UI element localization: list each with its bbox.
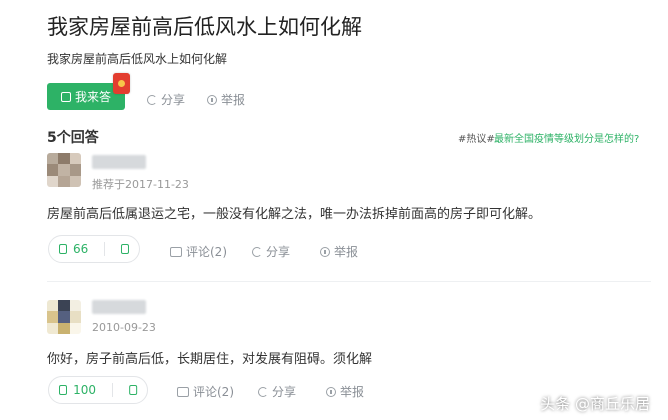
comment-button[interactable]: 评论(2) xyxy=(170,243,227,260)
red-envelope-icon[interactable] xyxy=(113,73,130,94)
edit-icon xyxy=(60,91,71,102)
report-icon xyxy=(320,246,330,257)
thumbs-down-icon[interactable] xyxy=(128,385,137,395)
comment-icon xyxy=(177,386,189,397)
thumbs-down-icon[interactable] xyxy=(121,244,129,254)
question-subtitle: 我家房屋前高后低风水上如何化解 xyxy=(47,52,228,66)
share-button[interactable]: 分享 xyxy=(147,91,185,108)
share-button[interactable]: 分享 xyxy=(258,383,296,400)
report-label: 举报 xyxy=(340,385,365,399)
like-count: 66 xyxy=(72,242,89,256)
share-label: 分享 xyxy=(266,245,291,259)
question-title: 我家房屋前高后低风水上如何化解 xyxy=(47,15,362,39)
avatar[interactable] xyxy=(47,153,81,187)
answer-button-label: 我来答 xyxy=(74,90,111,104)
report-label: 举报 xyxy=(221,93,246,107)
share-icon xyxy=(258,386,268,397)
vote-box: 66 xyxy=(48,235,140,263)
share-label: 分享 xyxy=(161,93,186,107)
comment-icon xyxy=(170,246,182,257)
answer-content: 房屋前高后低属退运之宅，一般没有化解之法，唯一办法拆掉前面高的房子即可化解。 xyxy=(47,207,542,222)
thumbs-up-icon[interactable] xyxy=(59,244,67,254)
report-button[interactable]: 举报 xyxy=(326,383,364,400)
hot-topic-tag: #热议# xyxy=(458,134,495,145)
report-button[interactable]: 举报 xyxy=(207,91,245,108)
share-icon xyxy=(147,94,157,105)
report-icon xyxy=(207,94,217,105)
thumbs-up-icon[interactable] xyxy=(59,385,68,395)
username-blurred[interactable] xyxy=(92,300,146,314)
share-icon xyxy=(252,246,262,257)
divider xyxy=(104,242,106,256)
like-count: 100 xyxy=(73,383,97,397)
answer-date: 推荐于2017-11-23 xyxy=(92,178,189,191)
divider xyxy=(47,281,651,282)
comment-button[interactable]: 评论(2) xyxy=(177,383,234,400)
report-button[interactable]: 举报 xyxy=(320,243,358,260)
divider xyxy=(112,383,113,397)
vote-box: 100 xyxy=(48,376,148,404)
avatar[interactable] xyxy=(47,300,81,334)
report-icon xyxy=(326,386,336,397)
comment-label: 评论(2) xyxy=(186,245,227,259)
comment-label: 评论(2) xyxy=(193,385,234,399)
share-button[interactable]: 分享 xyxy=(252,243,290,260)
hot-topic-link[interactable]: 最新全国疫情等级划分是怎样的? xyxy=(494,130,639,145)
username-blurred[interactable] xyxy=(92,155,146,169)
watermark: 头条 @商丘乐居 xyxy=(540,395,650,413)
answer-date: 2010-09-23 xyxy=(92,321,156,334)
report-label: 举报 xyxy=(334,245,359,259)
answer-count: 5个回答 xyxy=(47,130,99,146)
share-label: 分享 xyxy=(272,385,297,399)
answer-content: 你好，房子前高后低，长期居住，对发展有阻碍。须化解 xyxy=(47,352,373,367)
